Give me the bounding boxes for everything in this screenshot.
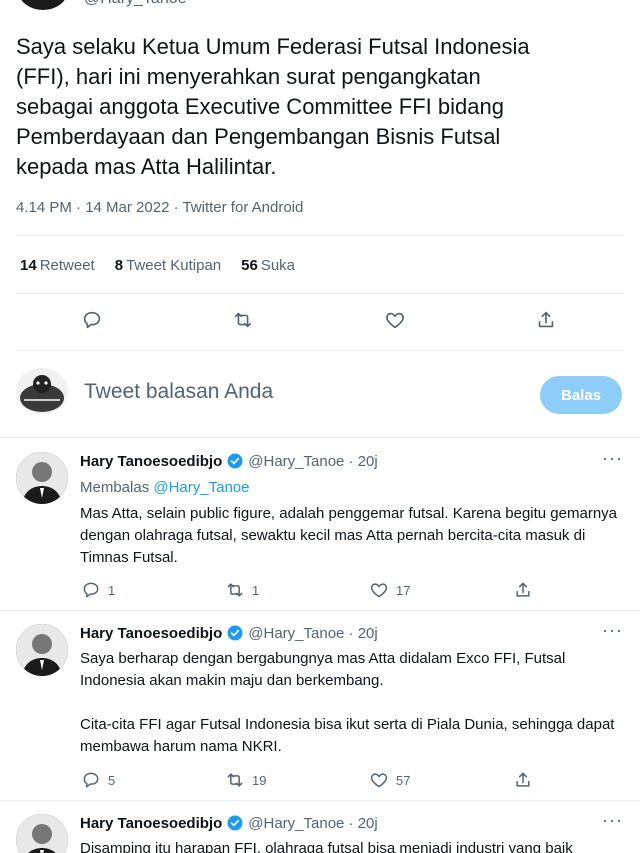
tweet-header: Hary Tanoesoedibjo @Hary_Tanoe · 20j [80, 624, 378, 642]
reply-action[interactable]: 5 [80, 768, 224, 792]
handle-time[interactable]: @Hary_Tanoe · 20j [248, 815, 377, 832]
retweet-icon [224, 769, 246, 791]
divider [16, 235, 624, 236]
avatar[interactable] [16, 452, 68, 504]
tweet-stats: 14 Retweet 8 Tweet Kutipan 56 Suka [20, 257, 295, 274]
divider [0, 800, 640, 801]
tweet-actions [0, 306, 640, 338]
share-icon [512, 579, 534, 601]
author-handle[interactable]: @Hary_Tanoe [84, 0, 187, 8]
tweet-header: Hary Tanoesoedibjo @Hary_Tanoe · 20j [80, 814, 378, 832]
retweet-action[interactable]: 1 [224, 578, 368, 602]
display-name[interactable]: Hary Tanoesoedibjo [80, 815, 222, 832]
tweet-body: Saya berharap dengan bergabungnya mas At… [80, 650, 615, 755]
reply-icon[interactable] [78, 306, 106, 334]
more-options-icon[interactable]: ··· [602, 448, 623, 469]
user-avatar [16, 368, 68, 414]
tweet-body: Mas Atta, selain public figure, adalah p… [80, 505, 617, 566]
replying-to-link[interactable]: @Hary_Tanoe [153, 479, 249, 496]
reply-composer: Tweet balasan Anda Balas [0, 360, 640, 430]
share-icon[interactable] [532, 306, 560, 334]
tweet-body: Disamping itu harapan FFI, olahraga futs… [80, 840, 573, 853]
divider [0, 437, 640, 438]
like-action[interactable]: 17 [368, 578, 512, 602]
divider [16, 293, 624, 294]
retweet-icon[interactable] [229, 306, 257, 334]
divider [0, 610, 640, 611]
reply-icon [80, 769, 102, 791]
display-name[interactable]: Hary Tanoesoedibjo [80, 453, 222, 470]
avatar[interactable] [16, 814, 68, 853]
reply-action[interactable]: 1 [80, 578, 224, 602]
replying-to: Membalas @Hary_Tanoe [80, 479, 250, 496]
retweet-icon [224, 579, 246, 601]
share-action[interactable] [512, 768, 552, 792]
tweet-meta[interactable]: 4.14 PM · 14 Mar 2022 · Twitter for Andr… [16, 199, 303, 216]
more-options-icon[interactable]: ··· [602, 620, 623, 641]
display-name[interactable]: Hary Tanoesoedibjo [80, 625, 222, 642]
more-options-icon[interactable]: ··· [602, 810, 623, 831]
share-icon [512, 769, 534, 791]
author-avatar[interactable] [18, 0, 68, 10]
reply-button[interactable]: Balas [540, 376, 622, 414]
like-stat[interactable]: 56 Suka [241, 257, 295, 274]
reply-input[interactable]: Tweet balasan Anda [84, 380, 273, 404]
verified-badge-icon [226, 452, 244, 470]
tweet-header: Hary Tanoesoedibjo @Hary_Tanoe · 20j [80, 452, 378, 470]
like-icon [368, 579, 390, 601]
verified-badge-icon [226, 624, 244, 642]
handle-time[interactable]: @Hary_Tanoe · 20j [248, 625, 377, 642]
retweet-stat[interactable]: 14 Retweet [20, 257, 95, 274]
retweet-action[interactable]: 19 [224, 768, 368, 792]
reply-icon [80, 579, 102, 601]
share-action[interactable] [512, 578, 552, 602]
handle-time[interactable]: @Hary_Tanoe · 20j [248, 453, 377, 470]
tweet-actions: 5 19 57 [80, 768, 600, 792]
like-action[interactable]: 57 [368, 768, 512, 792]
verified-badge-icon [226, 814, 244, 832]
quote-stat[interactable]: 8 Tweet Kutipan [115, 257, 221, 274]
divider [16, 350, 624, 351]
tweet-text: Saya selaku Ketua Umum Federasi Futsal I… [16, 34, 530, 179]
avatar[interactable] [16, 624, 68, 676]
tweet-actions: 1 1 17 [80, 578, 600, 602]
like-icon[interactable] [381, 306, 409, 334]
like-icon [368, 769, 390, 791]
